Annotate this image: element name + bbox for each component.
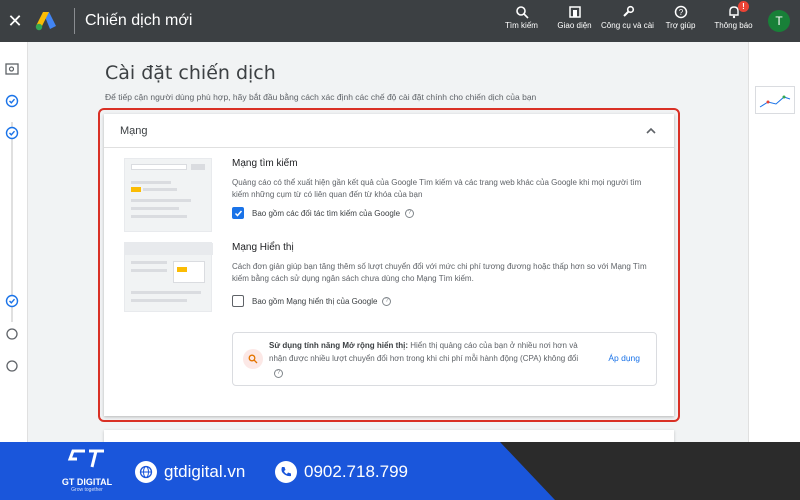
brand-tagline: Grow together: [71, 487, 103, 493]
tool-help[interactable]: ? Trợ giúp: [654, 0, 707, 30]
header-tools: Tìm kiếm Giao diện Công cụ và cài ? Trợ …: [495, 0, 790, 42]
avatar[interactable]: T: [768, 10, 790, 32]
tool-settings[interactable]: Công cụ và cài: [601, 0, 654, 30]
display-expansion-text: Sử dụng tính năng Mở rộng hiển thị: Hiển…: [269, 339, 589, 378]
top-app-bar: ✕ Chiến dịch mới Tìm kiếm Giao diện Công…: [0, 0, 800, 42]
display-network-description: Cách đơn giản giúp bạn tăng thêm số lượt…: [232, 262, 647, 283]
tool-settings-label: Công cụ và cài: [601, 21, 654, 30]
tool-help-label: Trợ giúp: [665, 21, 696, 30]
phone-contact[interactable]: 0902.718.799: [275, 461, 408, 483]
help-icon[interactable]: ?: [405, 208, 415, 218]
tool-appearance-label: Giao diện: [557, 21, 592, 30]
display-expansion-heading: Sử dụng tính năng Mở rộng hiển thị:: [269, 341, 409, 350]
display-network-label: Bao gồm Mạng hiển thị của Google: [252, 296, 378, 306]
display-network-title: Mạng Hiển thị: [232, 242, 294, 253]
apply-button[interactable]: Áp dụng: [608, 353, 640, 363]
help-icon: ?: [674, 5, 687, 19]
network-card-header[interactable]: Mạng: [104, 114, 674, 148]
phone-text: 0902.718.799: [304, 462, 408, 481]
search-network-illustration: [124, 158, 212, 232]
page-subtitle: Để tiếp cận người dùng phù hợp, hãy bắt …: [105, 92, 537, 102]
search-partners-checkbox[interactable]: [232, 207, 244, 219]
svg-text:?: ?: [678, 8, 683, 17]
page-title: Cài đặt chiến dịch: [105, 62, 276, 84]
display-network-illustration: [124, 242, 213, 312]
step-complete-icon[interactable]: [5, 94, 19, 108]
footer-banner: GT DIGITAL Grow together gtdigital.vn 09…: [0, 442, 800, 500]
chart-thumbnail[interactable]: [755, 86, 795, 114]
gt-digital-logo: [67, 449, 104, 468]
tool-notifications[interactable]: ! Thông báo: [707, 0, 760, 30]
app-title: Chiến dịch mới: [85, 12, 193, 29]
close-icon[interactable]: ✕: [0, 0, 30, 42]
tool-appearance[interactable]: Giao diện: [548, 0, 601, 30]
network-card-title: Mạng: [120, 124, 148, 137]
search-network-section: Mạng tìm kiếm Quảng cáo có thể xuất hiện…: [232, 158, 652, 219]
website-text: gtdigital.vn: [164, 462, 246, 481]
display-expansion-box: Sử dụng tính năng Mở rộng hiển thị: Hiển…: [232, 332, 657, 386]
step-pending-icon[interactable]: [5, 327, 19, 341]
search-network-title: Mạng tìm kiếm: [232, 158, 298, 169]
google-ads-logo: [35, 12, 56, 31]
brand-name: GT DIGITAL: [61, 477, 113, 487]
search-icon: [248, 354, 258, 364]
step-pending-icon[interactable]: [5, 359, 19, 373]
tool-notifications-label: Thông báo: [714, 21, 753, 30]
display-network-checkbox[interactable]: [232, 295, 244, 307]
header-divider: [74, 8, 75, 34]
appearance-icon: [568, 6, 581, 18]
brand: GT DIGITAL Grow together: [52, 448, 122, 493]
footer-dark-panel: [500, 442, 800, 500]
step-complete-icon[interactable]: [5, 126, 19, 140]
checkmark-icon: [234, 210, 242, 217]
globe-icon: [135, 461, 157, 483]
notification-badge: !: [738, 1, 749, 12]
wrench-icon: [622, 5, 634, 17]
trend-line-icon: [759, 95, 791, 108]
network-card: Mạng Mạng tìm kiếm Quảng cáo có thể xuất…: [104, 114, 674, 416]
chevron-up-icon[interactable]: [644, 124, 658, 138]
help-icon[interactable]: ?: [274, 369, 283, 378]
help-icon[interactable]: ?: [382, 296, 392, 306]
search-partners-row: Bao gồm các đối tác tìm kiếm của Google …: [232, 207, 652, 219]
search-icon: [515, 6, 529, 19]
search-badge: [243, 349, 263, 369]
display-network-row: Bao gồm Mạng hiển thị của Google ?: [232, 295, 652, 307]
search-partners-label: Bao gồm các đối tác tìm kiếm của Google: [252, 208, 401, 218]
tool-search-label: Tìm kiếm: [505, 21, 538, 30]
search-network-description: Quảng cáo có thể xuất hiện gần kết quả c…: [232, 178, 642, 199]
step-connector: [11, 122, 13, 322]
summary-panel: [748, 42, 800, 442]
website-contact[interactable]: gtdigital.vn: [135, 461, 245, 483]
step-complete-icon[interactable]: [5, 294, 19, 308]
preview-icon[interactable]: [5, 62, 19, 76]
phone-icon: [275, 461, 297, 483]
main-content: Cài đặt chiến dịch Để tiếp cận người dùn…: [28, 42, 748, 450]
tool-search[interactable]: Tìm kiếm: [495, 0, 548, 30]
step-rail: [0, 42, 28, 442]
display-network-section: Mạng Hiển thị Cách đơn giản giúp bạn tăn…: [232, 242, 652, 307]
